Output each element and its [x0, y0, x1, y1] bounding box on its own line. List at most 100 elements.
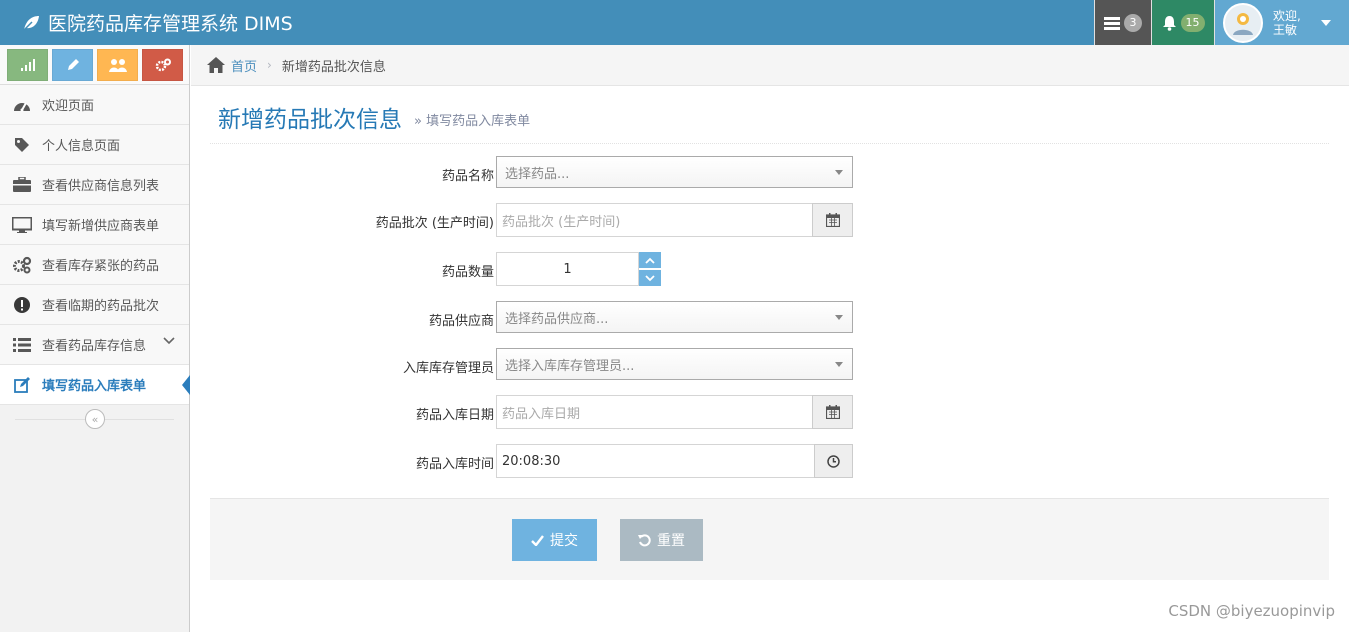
manager-select[interactable]: 选择入库库存管理员...	[496, 348, 853, 380]
form-actions: 提交 重置	[210, 498, 1329, 580]
supplier-placeholder: 选择药品供应商...	[505, 311, 609, 327]
form-row-supplier: 药品供应商 选择药品供应商...	[210, 301, 1329, 335]
sidebar-item-label: 查看药品库存信息	[42, 339, 147, 354]
manager-placeholder: 选择入库库存管理员...	[505, 358, 635, 374]
form-row-quantity: 药品数量 1	[210, 252, 1329, 286]
shortcut-signal-button[interactable]	[7, 48, 48, 81]
cogs-icon	[13, 256, 32, 273]
submit-button[interactable]: 提交	[512, 519, 597, 561]
in-time-clock-button[interactable]	[814, 444, 853, 478]
drug-name-select[interactable]: 选择药品...	[496, 156, 853, 188]
home-icon	[207, 57, 225, 73]
submit-label: 提交	[550, 533, 578, 549]
quantity-label: 药品数量	[441, 265, 494, 280]
form-row-batch: 药品批次 (生产时间) 药品批次 (生产时间)	[210, 203, 1329, 237]
check-icon	[531, 534, 544, 546]
exclamation-circle-icon	[14, 296, 30, 313]
batch-input[interactable]: 药品批次 (生产时间)	[496, 203, 813, 237]
chevron-down-icon	[645, 274, 655, 281]
supplier-select[interactable]: 选择药品供应商...	[496, 301, 853, 333]
sidebar-collapse-button[interactable]: «	[85, 409, 105, 429]
sidebar-item-label: 查看供应商信息列表	[42, 179, 160, 194]
caret-down-icon	[1320, 19, 1331, 26]
shortcut-users-button[interactable]	[97, 48, 138, 81]
shortcut-pencil-button[interactable]	[52, 48, 93, 81]
in-time-input[interactable]: 20:08:30	[496, 444, 815, 478]
reset-label: 重置	[657, 533, 685, 549]
user-name: 王敏	[1273, 22, 1298, 37]
pencil-square-icon	[13, 376, 30, 393]
sidebar-item-add-supplier[interactable]: 填写新增供应商表单	[0, 205, 189, 245]
sidebar-item-stock-info[interactable]: 查看药品库存信息	[0, 325, 189, 365]
users-icon	[108, 58, 127, 72]
drug-name-placeholder: 选择药品...	[505, 166, 570, 182]
manager-label: 入库库存管理员	[402, 361, 494, 376]
dropdown-arrow-icon	[835, 170, 843, 175]
navbar: 医院药品库存管理系统 DIMS 3 15 欢迎, 王敏	[0, 0, 1349, 45]
sidebar-item-supplier-list[interactable]: 查看供应商信息列表	[0, 165, 189, 205]
pencil-icon	[67, 58, 79, 70]
drug-name-label: 药品名称	[441, 169, 494, 184]
page-subtitle: » 填写药品入库表单	[414, 114, 531, 129]
briefcase-icon	[13, 177, 31, 192]
sidebar-item-label: 欢迎页面	[42, 99, 95, 114]
breadcrumb-separator-icon: ›	[267, 58, 272, 72]
quantity-increment-button[interactable]	[639, 252, 661, 268]
sidebar-collapse-row: «	[0, 405, 189, 433]
sidebar-item-label: 填写药品入库表单	[42, 379, 147, 394]
chevron-down-icon	[163, 337, 175, 345]
page-title: 新增药品批次信息	[218, 106, 402, 133]
batch-label: 药品批次 (生产时间)	[375, 216, 494, 231]
in-date-input[interactable]: 药品入库日期	[496, 395, 813, 429]
in-date-calendar-button[interactable]	[812, 395, 853, 429]
breadcrumb-home-link[interactable]: 首页	[231, 56, 257, 75]
list-icon	[13, 337, 31, 352]
form-row-drug-name: 药品名称 选择药品...	[210, 156, 1329, 190]
form-row-in-time: 药品入库时间 20:08:30	[210, 444, 1329, 478]
bell-icon	[1162, 15, 1176, 31]
sidebar: 欢迎页面 个人信息页面 查看供应商信息列表 填写新增供应商表单 查看库存紧张的药…	[0, 45, 190, 632]
in-time-label: 药品入库时间	[415, 457, 494, 472]
breadcrumb-current: 新增药品批次信息	[281, 59, 386, 75]
sidebar-item-stock-in-form[interactable]: 填写药品入库表单	[0, 365, 190, 405]
sidebar-item-profile[interactable]: 个人信息页面	[0, 125, 189, 165]
signal-icon	[20, 58, 35, 71]
dashboard-icon	[14, 102, 30, 111]
sidebar-item-label: 填写新增供应商表单	[42, 219, 160, 234]
user-greeting: 欢迎,	[1273, 8, 1301, 23]
watermark: CSDN @biyezuopinvip	[1168, 602, 1335, 620]
sidebar-item-expiring[interactable]: 查看临期的药品批次	[0, 285, 189, 325]
brand-title: 医院药品库存管理系统 DIMS	[48, 13, 293, 35]
undo-icon	[638, 533, 651, 546]
clock-icon	[827, 454, 840, 468]
user-avatar-icon	[1233, 12, 1253, 35]
page-header: 新增药品批次信息 » 填写药品入库表单	[210, 86, 1329, 144]
sidebar-shortcuts	[0, 45, 189, 85]
reset-button[interactable]: 重置	[620, 519, 703, 561]
batch-calendar-button[interactable]	[812, 203, 853, 237]
tasks-badge: 3	[1124, 13, 1142, 32]
shortcut-cogs-button[interactable]	[142, 48, 183, 81]
brand[interactable]: 医院药品库存管理系统 DIMS	[22, 0, 293, 45]
chevron-up-icon	[645, 257, 655, 264]
calendar-icon	[825, 405, 840, 419]
calendar-icon	[825, 213, 840, 227]
tasks-icon	[1104, 16, 1120, 30]
supplier-label: 药品供应商	[428, 314, 494, 329]
notifications-badge: 15	[1180, 13, 1205, 32]
cogs-icon	[155, 58, 171, 71]
user-menu[interactable]: 欢迎, 王敏	[1214, 0, 1349, 45]
tasks-menu[interactable]: 3	[1094, 0, 1151, 45]
sidebar-item-label: 个人信息页面	[42, 139, 121, 154]
quantity-decrement-button[interactable]	[639, 270, 661, 286]
dropdown-arrow-icon	[835, 315, 843, 320]
in-date-label: 药品入库日期	[415, 408, 494, 423]
sidebar-item-low-stock[interactable]: 查看库存紧张的药品	[0, 245, 189, 285]
sidebar-item-welcome[interactable]: 欢迎页面	[0, 85, 189, 125]
quantity-stepper[interactable]: 1	[496, 252, 639, 286]
dropdown-arrow-icon	[835, 362, 843, 367]
form-row-manager: 入库库存管理员 选择入库库存管理员...	[210, 348, 1329, 382]
form-row-in-date: 药品入库日期 药品入库日期	[210, 395, 1329, 429]
notifications-menu[interactable]: 15	[1151, 0, 1214, 45]
sidebar-item-label: 查看临期的药品批次	[42, 299, 160, 314]
